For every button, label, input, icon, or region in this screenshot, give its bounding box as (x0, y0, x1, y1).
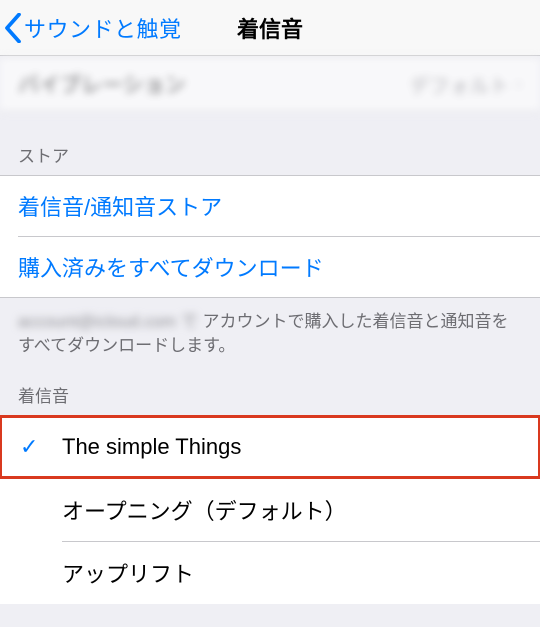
store-group: 着信音/通知音ストア 購入済みをすべてダウンロード (0, 175, 540, 298)
ringtone-row[interactable]: オープニング（デフォルト） (0, 479, 540, 541)
section-header-ringtone: 着信音 (0, 358, 540, 415)
download-all-row[interactable]: 購入済みをすべてダウンロード (0, 237, 540, 297)
ringtone-list: ✓ The simple Things オープニング（デフォルト） アップリフト (0, 415, 540, 604)
vibration-value: デフォルト (409, 70, 509, 99)
section-header-store: ストア (0, 112, 540, 175)
tone-store-row[interactable]: 着信音/通知音ストア (0, 176, 540, 236)
ringtone-label: アップリフト (62, 557, 194, 589)
vibration-row[interactable]: バイブレーション デフォルト › (0, 56, 540, 112)
vibration-label: バイブレーション (18, 69, 186, 99)
ringtone-label: The simple Things (62, 434, 241, 460)
ringtone-label: オープニング（デフォルト） (62, 494, 347, 526)
footer-account-blur: account@icloud.com で (18, 312, 198, 331)
store-footer-note: account@icloud.com で アカウントで購入した着信音と通知音をす… (0, 298, 540, 358)
back-button[interactable]: サウンドと触覚 (0, 12, 182, 44)
ringtone-row[interactable]: アップリフト (0, 542, 540, 604)
back-label: サウンドと触覚 (24, 12, 182, 44)
check-icon: ✓ (20, 434, 38, 460)
chevron-right-icon: › (515, 73, 522, 96)
chevron-left-icon (4, 13, 22, 43)
ringtone-row[interactable]: ✓ The simple Things (0, 416, 540, 478)
nav-bar: サウンドと触覚 着信音 (0, 0, 540, 56)
